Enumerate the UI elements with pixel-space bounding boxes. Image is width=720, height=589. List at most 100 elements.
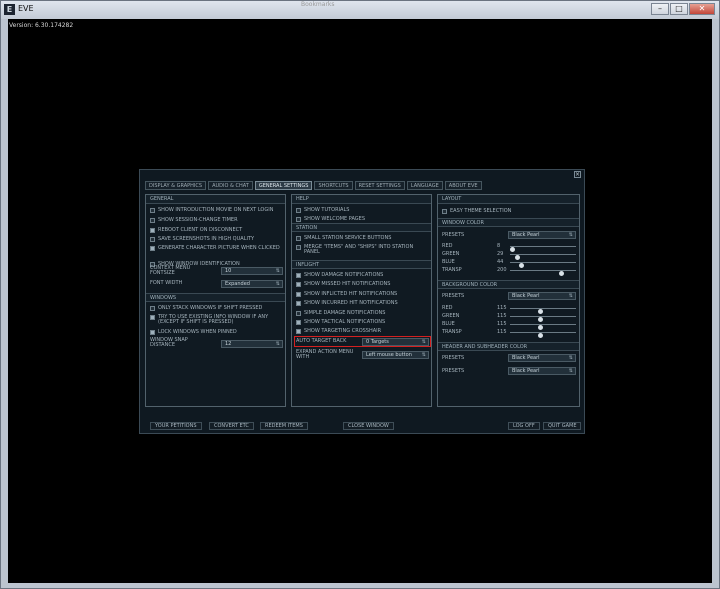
checkbox-only-stack-windows-if-shift-pressed[interactable]: ONLY STACK WINDOWS IF SHIFT PRESSED bbox=[150, 306, 283, 311]
easy-theme-checkbox[interactable]: EASY THEME SELECTION bbox=[442, 209, 577, 214]
slider-track[interactable] bbox=[510, 308, 576, 314]
redeem-items-button[interactable]: REDEEM ITEMS bbox=[260, 422, 308, 430]
checkbox-label: GENERATE CHARACTER PICTURE WHEN CLICKED bbox=[158, 245, 280, 251]
window-color-header: WINDOW COLOR bbox=[438, 218, 579, 227]
checkbox-show-tutorials[interactable]: SHOW TUTORIALS bbox=[296, 208, 429, 213]
settings-tabs: DISPLAY & GRAPHICS AUDIO & CHAT GENERAL SE… bbox=[145, 181, 482, 190]
quit-game-button[interactable]: QUIT GAME bbox=[543, 422, 582, 430]
checkbox-box bbox=[296, 217, 301, 222]
context-menu-fontsize-value: 10 bbox=[225, 268, 232, 274]
close-window-button[interactable]: ✕ bbox=[689, 3, 715, 15]
slider-transp[interactable]: TRANSP 115 bbox=[442, 329, 576, 338]
slider-track[interactable] bbox=[510, 262, 576, 268]
checkbox-box bbox=[150, 246, 155, 251]
log-off-button[interactable]: LOG OFF bbox=[508, 422, 540, 430]
app-window: E EVE Bookmarks – □ ✕ Version: 6.30.1742… bbox=[0, 0, 720, 589]
slider-track[interactable] bbox=[509, 246, 576, 252]
slider-blue[interactable]: BLUE 44 bbox=[442, 259, 576, 268]
expand-action-menu-dropdown[interactable]: Left mouse button ⇅ bbox=[362, 351, 429, 359]
slider-green[interactable]: GREEN 29 bbox=[442, 251, 576, 260]
slider-blue[interactable]: BLUE 115 bbox=[442, 321, 576, 330]
checkbox-box bbox=[296, 310, 301, 316]
tab-language[interactable]: LANGUAGE bbox=[406, 181, 443, 190]
slider-red[interactable]: RED 115 bbox=[442, 305, 576, 314]
checkbox-show-missed-hit-notifications[interactable]: SHOW MISSED HIT NOTIFICATIONS bbox=[296, 282, 429, 288]
slider-value: 115 bbox=[497, 321, 507, 327]
bg-preset-dropdown[interactable]: Black Pearl ⇅ bbox=[508, 292, 576, 300]
auto-target-back-dropdown[interactable]: 0 Targets ⇅ bbox=[362, 338, 429, 346]
header-presets-label-1: PRESETS bbox=[442, 355, 465, 361]
expand-action-menu-label: EXPAND ACTION MENU WITH bbox=[296, 349, 354, 360]
tab-reset-settings[interactable]: RESET SETTINGS bbox=[354, 181, 405, 190]
checkbox-label: REBOOT CLIENT ON DISCONNECT bbox=[158, 227, 243, 233]
expand-action-menu-value: Left mouse button bbox=[366, 352, 412, 358]
checkbox-show-inflicted-hit-notifications[interactable]: SHOW INFLICTED HIT NOTIFICATIONS bbox=[296, 291, 429, 297]
checkbox-simple-damage-notifications[interactable]: SIMPLE DAMAGE NOTIFICATIONS bbox=[296, 310, 429, 316]
slider-track[interactable] bbox=[510, 316, 576, 322]
header-preset-dropdown-2[interactable]: Black Pearl ⇅ bbox=[508, 367, 576, 375]
checkbox-label: SHOW TUTORIALS bbox=[304, 207, 350, 213]
tab-shortcuts[interactable]: SHORTCUTS bbox=[314, 181, 353, 190]
close-window-dialog-button[interactable]: CLOSE WINDOW bbox=[343, 422, 394, 430]
slider-green[interactable]: GREEN 115 bbox=[442, 313, 576, 322]
dialog-close-icon[interactable]: × bbox=[574, 171, 581, 178]
checkbox-box bbox=[150, 330, 155, 335]
minimize-button[interactable]: – bbox=[651, 3, 669, 15]
tab-audio-chat[interactable]: AUDIO & CHAT bbox=[208, 181, 253, 190]
window-preset-dropdown[interactable]: Black Pearl ⇅ bbox=[508, 231, 576, 239]
tab-general-settings[interactable]: GENERAL SETTINGS bbox=[254, 181, 313, 190]
maximize-button[interactable]: □ bbox=[670, 3, 688, 15]
checkbox-show-incurred-hit-notifications[interactable]: SHOW INCURRED HIT NOTIFICATIONS bbox=[296, 301, 429, 307]
checkbox-generate-character-picture-when-clicked[interactable]: GENERATE CHARACTER PICTURE WHEN CLICKED bbox=[150, 246, 283, 251]
eve-app-icon: E bbox=[4, 4, 15, 15]
window-snap-distance-value: 12 bbox=[225, 341, 232, 347]
your-petitions-button[interactable]: YOUR PETITIONS bbox=[150, 422, 202, 430]
checkbox-label: ONLY STACK WINDOWS IF SHIFT PRESSED bbox=[158, 305, 263, 311]
slider-value: 115 bbox=[497, 313, 507, 319]
checkbox-show-targeting-crosshair[interactable]: SHOW TARGETING CROSSHAIR bbox=[296, 329, 429, 335]
slider-track[interactable] bbox=[510, 324, 576, 330]
header-preset-dropdown-1[interactable]: Black Pearl ⇅ bbox=[508, 354, 576, 362]
slider-knob[interactable] bbox=[537, 333, 543, 338]
checkbox-small-station-service-buttons[interactable]: SMALL STATION SERVICE BUTTONS bbox=[296, 236, 429, 241]
slider-name: GREEN bbox=[442, 313, 460, 319]
slider-transp[interactable]: TRANSP 200 bbox=[442, 267, 576, 276]
window-snap-distance-label: WINDOW SNAP DISTANCE bbox=[150, 337, 188, 348]
slider-value: 8 bbox=[497, 243, 501, 249]
title-bar[interactable]: E EVE Bookmarks – □ ✕ bbox=[1, 1, 719, 19]
font-width-dropdown[interactable]: Expanded ⇅ bbox=[221, 280, 283, 288]
slider-track[interactable] bbox=[510, 332, 576, 338]
checkbox-box bbox=[150, 208, 155, 213]
chevron-down-icon: ⇅ bbox=[421, 352, 426, 358]
checkbox-show-damage-notifications[interactable]: SHOW DAMAGE NOTIFICATIONS bbox=[296, 273, 429, 278]
window-title: EVE bbox=[18, 4, 34, 13]
slider-knob[interactable] bbox=[559, 271, 565, 276]
slider-value: 200 bbox=[497, 267, 507, 273]
checkbox-show-welcome-pages[interactable]: SHOW WELCOME PAGES bbox=[296, 217, 429, 222]
checkbox-try-to-use-existing-info-window-if-any-except-if-shift-is-pressed[interactable]: TRY TO USE EXISTING INFO WINDOW IF ANY (… bbox=[150, 315, 283, 325]
checkbox-reboot-client-on-disconnect[interactable]: REBOOT CLIENT ON DISCONNECT bbox=[150, 228, 283, 233]
header-preset-value-1: Black Pearl bbox=[512, 355, 540, 361]
tab-display-graphics[interactable]: DISPLAY & GRAPHICS bbox=[145, 181, 207, 190]
slider-track[interactable] bbox=[510, 254, 576, 260]
checkbox-merge-items-and-ships-into-station-panel[interactable]: MERGE "ITEMS" AND "SHIPS" INTO STATION P… bbox=[296, 245, 429, 255]
header-presets-label-2: PRESETS bbox=[442, 368, 465, 374]
checkbox-show-introduction-movie-on-next-login[interactable]: SHOW INTRODUCTION MOVIE ON NEXT LOGIN bbox=[150, 208, 283, 213]
chevron-down-icon: ⇅ bbox=[568, 232, 573, 238]
convert-etc-button[interactable]: CONVERT ETC bbox=[209, 422, 254, 430]
bg-presets-label: PRESETS bbox=[442, 293, 465, 299]
checkbox-show-tactical-notifications[interactable]: SHOW TACTICAL NOTIFICATIONS bbox=[296, 320, 429, 325]
slider-name: RED bbox=[442, 243, 453, 249]
slider-value: 44 bbox=[497, 259, 504, 265]
slider-red[interactable]: RED 8 bbox=[442, 243, 576, 252]
context-menu-fontsize-dropdown[interactable]: 10 ⇅ bbox=[221, 267, 283, 275]
auto-target-back-label: AUTO TARGET BACK bbox=[296, 338, 347, 344]
tab-about-eve[interactable]: ABOUT EVE bbox=[444, 181, 482, 190]
checkbox-label: SHOW TACTICAL NOTIFICATIONS bbox=[304, 319, 386, 325]
checkbox-show-session-change-timer[interactable]: SHOW SESSION-CHANGE TIMER bbox=[150, 218, 283, 223]
checkbox-lock-windows-when-pinned[interactable]: LOCK WINDOWS WHEN PINNED bbox=[150, 330, 283, 335]
slider-track[interactable] bbox=[510, 270, 576, 276]
checkbox-save-screenshots-in-high-quality[interactable]: SAVE SCREENSHOTS IN HIGH QUALITY bbox=[150, 237, 283, 242]
window-snap-distance-dropdown[interactable]: 12 ⇅ bbox=[221, 340, 283, 348]
checkbox-box bbox=[296, 301, 301, 307]
